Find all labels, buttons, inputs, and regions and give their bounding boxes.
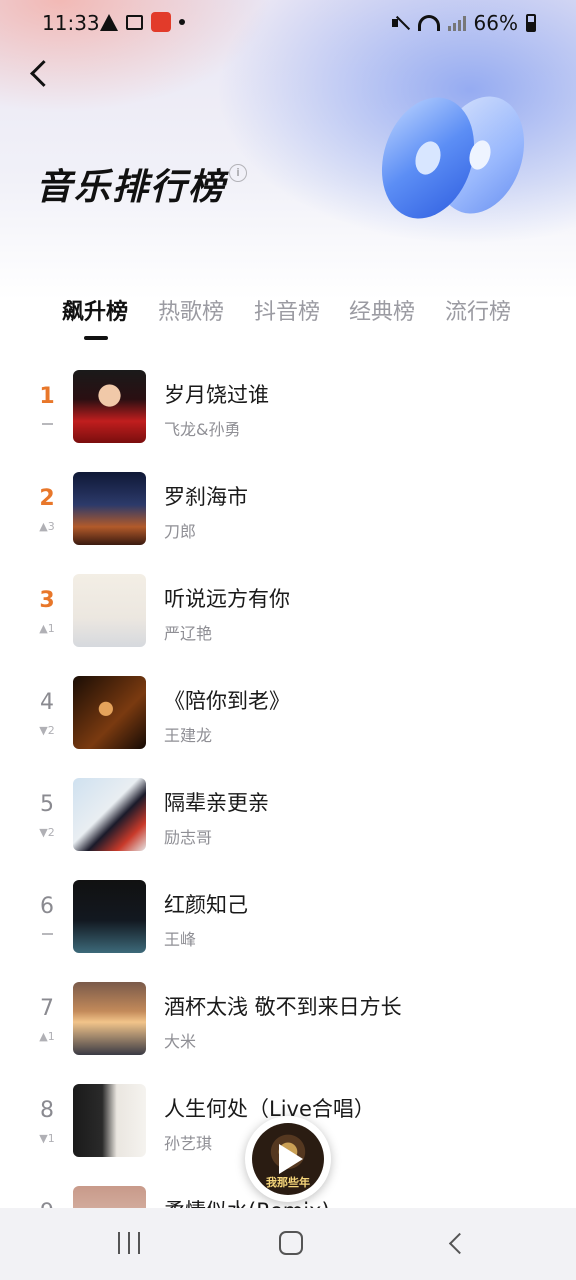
song-title: 人生何处（Live合唱） — [164, 1097, 375, 1121]
back-icon[interactable] — [446, 1231, 466, 1255]
rank-change: ▼2 — [39, 724, 55, 737]
song-title: 听说远方有你 — [164, 587, 290, 611]
tab-pop[interactable]: 流行榜 — [445, 294, 511, 326]
warning-icon — [100, 13, 118, 31]
status-notification-icons — [100, 12, 185, 32]
album-cover — [73, 676, 146, 749]
song-row[interactable]: 1 岁月饶过谁 飞龙&孙勇 — [0, 362, 576, 452]
image-icon — [126, 14, 143, 30]
tab-hot-songs[interactable]: 热歌榜 — [158, 294, 224, 326]
battery-percent: 66% — [473, 11, 518, 35]
mini-player[interactable]: 我那些年 — [245, 1116, 331, 1202]
song-row[interactable]: 5 ▼2 隔辈亲更亲 励志哥 — [0, 770, 576, 860]
mute-icon — [391, 15, 410, 31]
play-icon[interactable] — [279, 1144, 303, 1174]
rank-unchanged-icon — [42, 933, 53, 935]
song-artist: 刀郎 — [164, 522, 197, 541]
status-system-icons: 66% — [391, 11, 536, 35]
tab-classic[interactable]: 经典榜 — [349, 294, 415, 326]
now-playing-caption: 我那些年 — [266, 1176, 310, 1189]
tab-douyin[interactable]: 抖音榜 — [254, 294, 320, 326]
signal-icon — [447, 15, 466, 31]
rank-change: ▼2 — [39, 826, 55, 839]
album-cover — [73, 472, 146, 545]
song-title: 红颜知己 — [164, 893, 248, 917]
album-cover — [73, 880, 146, 953]
song-row[interactable]: 7 ▲1 酒杯太浅 敬不到来日方长 大米 — [0, 974, 576, 1064]
song-row[interactable]: 4 ▼2 《陪你到老》 王建龙 — [0, 668, 576, 758]
rank-number: 4 — [40, 690, 54, 715]
chart-tabs: 飙升榜 热歌榜 抖音榜 经典榜 流行榜 — [0, 290, 576, 346]
page-title: 音乐排行榜 — [36, 167, 227, 208]
song-artist: 王峰 — [164, 930, 197, 949]
active-tab-indicator — [84, 336, 108, 340]
song-artist: 励志哥 — [164, 828, 213, 847]
song-title: 《陪你到老》 — [164, 689, 290, 713]
rank-number: 6 — [40, 894, 54, 919]
disc-illustration — [381, 96, 525, 219]
song-row[interactable]: 3 ▲1 听说远方有你 严辽艳 — [0, 566, 576, 656]
rank-number: 8 — [40, 1098, 54, 1123]
system-navigation-bar — [0, 1208, 576, 1280]
song-title: 岁月饶过谁 — [164, 383, 269, 407]
battery-icon — [526, 14, 536, 32]
info-icon[interactable]: i — [229, 164, 247, 182]
home-icon[interactable] — [279, 1231, 303, 1255]
wifi-icon — [417, 15, 440, 31]
recent-apps-icon[interactable] — [118, 1232, 140, 1254]
rank-number: 5 — [40, 792, 54, 817]
rank-change: ▲1 — [39, 622, 55, 635]
rank-change: ▲3 — [39, 520, 55, 533]
song-artist: 孙艺琪 — [164, 1134, 213, 1153]
app-notification-icon — [151, 12, 171, 32]
album-cover — [73, 370, 146, 443]
song-artist: 飞龙&孙勇 — [164, 420, 241, 439]
more-notifications-icon — [179, 19, 185, 25]
tab-soaring[interactable]: 飙升榜 — [62, 294, 128, 326]
rank-number: 1 — [39, 384, 55, 409]
rank-unchanged-icon — [42, 423, 53, 425]
album-cover — [73, 1084, 146, 1157]
status-bar: 11:33 66% — [0, 0, 576, 46]
rank-number: 2 — [39, 486, 55, 511]
song-title: 罗刹海市 — [164, 485, 248, 509]
status-time: 11:33 — [42, 11, 100, 35]
rank-change: ▼1 — [39, 1132, 55, 1145]
song-title: 隔辈亲更亲 — [164, 791, 269, 815]
song-artist: 严辽艳 — [164, 624, 213, 643]
rank-number: 7 — [40, 996, 54, 1021]
rank-number: 3 — [39, 588, 55, 613]
song-artist: 王建龙 — [164, 726, 213, 745]
chevron-left-icon[interactable] — [24, 58, 58, 92]
album-cover — [73, 982, 146, 1055]
song-row[interactable]: 2 ▲3 罗刹海市 刀郎 — [0, 464, 576, 554]
song-title: 酒杯太浅 敬不到来日方长 — [164, 995, 402, 1019]
rank-change: ▲1 — [39, 1030, 55, 1043]
song-row[interactable]: 6 红颜知己 王峰 — [0, 872, 576, 962]
album-cover — [73, 778, 146, 851]
song-artist: 大米 — [164, 1032, 197, 1051]
album-cover — [73, 574, 146, 647]
